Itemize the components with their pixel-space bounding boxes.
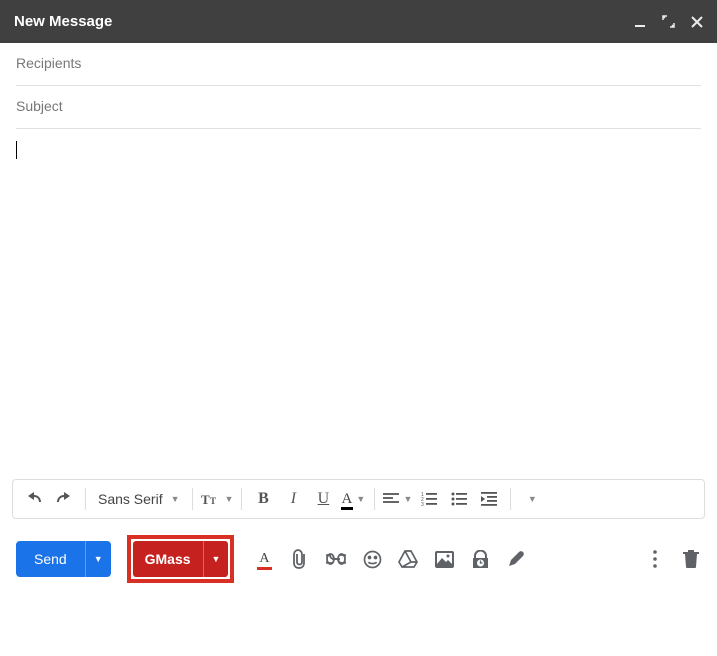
underline-button[interactable]: U (310, 485, 336, 513)
text-color-button[interactable]: A ▼ (340, 485, 366, 513)
compose-right-tools (645, 549, 701, 569)
compose-body[interactable] (0, 129, 717, 479)
svg-text:3: 3 (421, 502, 424, 506)
formatting-toolbar: Sans Serif ▼ TT ▼ B I U A ▼ ▼ 123 ▼ (12, 479, 705, 519)
chevron-down-icon: ▼ (171, 494, 180, 504)
pen-icon[interactable] (506, 549, 526, 569)
numbered-list-button[interactable]: 123 (416, 485, 442, 513)
recipients-row (16, 43, 701, 86)
compose-bottom-bar: Send ▼ GMass ▼ A (0, 527, 717, 595)
gmass-button[interactable]: GMass (133, 551, 203, 567)
compose-tools: A (254, 549, 639, 569)
compose-fields (0, 43, 717, 129)
bold-button[interactable]: B (250, 485, 276, 513)
recipients-input[interactable] (16, 55, 701, 71)
gmass-button-group: GMass ▼ (133, 541, 229, 577)
link-icon[interactable] (326, 549, 346, 569)
gmass-highlight: GMass ▼ (127, 535, 235, 583)
gmass-options-dropdown[interactable]: ▼ (203, 541, 229, 577)
image-icon[interactable] (434, 549, 454, 569)
text-cursor (16, 141, 17, 159)
italic-button[interactable]: I (280, 485, 306, 513)
attach-icon[interactable] (290, 549, 310, 569)
drive-icon[interactable] (398, 549, 418, 569)
align-button[interactable]: ▼ (383, 485, 412, 513)
more-formatting-button[interactable]: ▼ (519, 485, 545, 513)
svg-text:T: T (201, 492, 210, 506)
chevron-down-icon: ▼ (403, 494, 412, 504)
window-title: New Message (14, 13, 634, 30)
chevron-down-icon: ▼ (528, 494, 537, 504)
confidential-icon[interactable] (470, 549, 490, 569)
chevron-down-icon: ▼ (225, 494, 234, 504)
compose-header: New Message (0, 0, 717, 43)
minimize-icon[interactable] (634, 16, 646, 28)
subject-input[interactable] (16, 98, 701, 114)
subject-row (16, 86, 701, 129)
expand-icon[interactable] (662, 15, 675, 28)
font-selector[interactable]: Sans Serif ▼ (94, 491, 184, 507)
text-format-icon[interactable]: A (254, 549, 274, 569)
send-button[interactable]: Send (16, 551, 85, 567)
close-icon[interactable] (691, 16, 703, 28)
indent-button[interactable] (476, 485, 502, 513)
font-size-button[interactable]: TT ▼ (201, 485, 234, 513)
redo-icon[interactable] (51, 485, 77, 513)
trash-icon[interactable] (681, 549, 701, 569)
chevron-down-icon: ▼ (356, 494, 365, 504)
send-button-group: Send ▼ (16, 541, 111, 577)
emoji-icon[interactable] (362, 549, 382, 569)
font-name: Sans Serif (98, 491, 163, 507)
svg-text:T: T (210, 496, 216, 506)
undo-icon[interactable] (21, 485, 47, 513)
bullet-list-button[interactable] (446, 485, 472, 513)
window-controls (634, 15, 703, 28)
send-options-dropdown[interactable]: ▼ (85, 541, 111, 577)
more-options-icon[interactable] (645, 549, 665, 569)
